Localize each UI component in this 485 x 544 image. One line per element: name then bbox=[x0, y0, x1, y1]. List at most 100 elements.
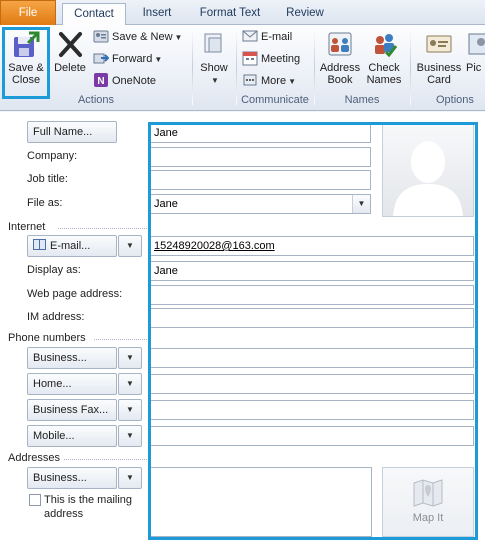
full-name-field[interactable]: Jane bbox=[150, 123, 371, 143]
mobile-phone-dropdown[interactable]: ▼ bbox=[118, 425, 142, 447]
map-icon bbox=[413, 479, 443, 507]
onenote-button[interactable]: N OneNote bbox=[93, 71, 156, 91]
business-phone-button[interactable]: Business... bbox=[27, 347, 117, 369]
chevron-down-icon: ▼ bbox=[126, 241, 134, 250]
company-field[interactable] bbox=[150, 147, 371, 167]
email-type-dropdown[interactable]: ▼ bbox=[118, 235, 142, 257]
tab-review[interactable]: Review bbox=[278, 3, 332, 25]
home-phone-dropdown[interactable]: ▼ bbox=[118, 373, 142, 395]
picture-label: Pic bbox=[466, 62, 482, 74]
tab-file[interactable]: File bbox=[0, 0, 56, 25]
mailing-address-checkbox[interactable] bbox=[29, 494, 41, 506]
group-actions-label: Actions bbox=[77, 94, 115, 106]
email-button-field[interactable]: E-mail... bbox=[27, 235, 117, 257]
mailing-address-label-2: address bbox=[44, 508, 84, 520]
internet-section-heading: Internet bbox=[8, 221, 46, 233]
business-phone-field[interactable] bbox=[150, 348, 474, 368]
map-it-button[interactable]: Map It bbox=[382, 467, 474, 537]
forward-label: Forward bbox=[112, 53, 153, 65]
email-envelope-icon bbox=[242, 30, 258, 42]
display-as-field[interactable]: Jane bbox=[150, 261, 474, 281]
check-names-icon bbox=[375, 34, 398, 58]
meeting-label: Meeting bbox=[261, 53, 301, 65]
mobile-phone-field[interactable] bbox=[150, 426, 474, 446]
meeting-calendar-icon bbox=[242, 51, 258, 66]
picture-button[interactable]: Pic bbox=[466, 27, 485, 74]
job-title-label: Job title: bbox=[27, 173, 68, 185]
delete-button[interactable]: Delete bbox=[52, 27, 88, 74]
business-phone-dropdown[interactable]: ▼ bbox=[118, 347, 142, 369]
group-communicate-label: Communicate bbox=[241, 94, 309, 106]
forward-arrow-icon bbox=[93, 53, 109, 64]
save-new-button[interactable]: Save & New ▼ bbox=[93, 27, 182, 47]
check-names-label-1: Check bbox=[368, 62, 400, 74]
more-label: More bbox=[261, 75, 287, 87]
home-phone-button[interactable]: Home... bbox=[27, 373, 117, 395]
file-as-select[interactable]: Jane ▼ bbox=[150, 194, 371, 214]
tab-insert[interactable]: Insert bbox=[132, 3, 182, 25]
email-field[interactable]: 15248920028@163.com bbox=[150, 236, 474, 256]
chevron-down-icon: ▼ bbox=[211, 76, 219, 85]
business-address-field[interactable] bbox=[150, 467, 372, 537]
address-book-icon bbox=[328, 32, 352, 56]
business-address-dropdown[interactable]: ▼ bbox=[118, 467, 142, 489]
business-card-button[interactable]: Business Card bbox=[414, 27, 464, 86]
meeting-button[interactable]: Meeting bbox=[242, 49, 300, 69]
contact-card-icon bbox=[93, 30, 109, 43]
group-separator bbox=[410, 29, 411, 105]
group-separator bbox=[314, 29, 315, 105]
show-views-icon bbox=[204, 33, 222, 53]
section-divider bbox=[94, 339, 147, 340]
address-book-label-1: Address bbox=[319, 62, 361, 74]
phone-section-heading: Phone numbers bbox=[8, 332, 86, 344]
onenote-icon: N bbox=[94, 73, 108, 87]
chevron-down-icon[interactable]: ▼ bbox=[352, 195, 370, 213]
email-button[interactable]: E-mail bbox=[242, 27, 292, 47]
person-silhouette-icon bbox=[393, 141, 463, 216]
addresses-section-heading: Addresses bbox=[8, 452, 60, 464]
business-address-button[interactable]: Business... bbox=[27, 467, 117, 489]
picture-icon bbox=[468, 33, 485, 55]
email-label: E-mail bbox=[261, 31, 293, 43]
business-fax-field[interactable] bbox=[150, 400, 474, 420]
chevron-down-icon: ▼ bbox=[126, 405, 134, 414]
job-title-field[interactable] bbox=[150, 170, 371, 190]
business-fax-button[interactable]: Business Fax... bbox=[27, 399, 117, 421]
delete-x-icon bbox=[59, 32, 82, 57]
onenote-label: OneNote bbox=[112, 75, 157, 87]
check-names-label-2: Names bbox=[366, 74, 402, 86]
contact-photo[interactable] bbox=[382, 123, 474, 217]
web-page-field[interactable] bbox=[150, 285, 474, 305]
full-name-button[interactable]: Full Name... bbox=[27, 121, 117, 143]
chevron-down-icon: ▼ bbox=[288, 77, 296, 86]
group-names-label: Names bbox=[344, 94, 380, 106]
file-as-value: Jane bbox=[154, 198, 178, 210]
delete-label: Delete bbox=[54, 62, 86, 74]
map-it-label: Map It bbox=[412, 512, 444, 524]
chevron-down-icon: ▼ bbox=[126, 379, 134, 388]
group-options-label: Options bbox=[436, 94, 474, 106]
show-button[interactable]: Show ▼ bbox=[196, 27, 232, 87]
display-as-label: Display as: bbox=[27, 264, 81, 276]
business-fax-dropdown[interactable]: ▼ bbox=[118, 399, 142, 421]
address-book-button[interactable]: Address Book bbox=[317, 27, 363, 86]
tab-format-text[interactable]: Format Text bbox=[190, 3, 270, 25]
address-book-label-2: Book bbox=[327, 74, 353, 86]
email-value[interactable]: 15248920028@163.com bbox=[154, 240, 275, 252]
section-divider bbox=[64, 459, 147, 460]
web-page-label: Web page address: bbox=[27, 288, 123, 300]
home-phone-field[interactable] bbox=[150, 374, 474, 394]
company-label: Company: bbox=[27, 150, 78, 162]
show-label: Show bbox=[200, 62, 228, 74]
business-card-label-1: Business bbox=[416, 62, 462, 74]
check-names-button[interactable]: Check Names bbox=[364, 27, 404, 86]
im-address-label: IM address: bbox=[27, 311, 85, 323]
group-separator bbox=[192, 29, 193, 105]
forward-button[interactable]: Forward ▼ bbox=[93, 49, 162, 69]
mobile-phone-button[interactable]: Mobile... bbox=[27, 425, 117, 447]
save-close-highlight bbox=[2, 27, 50, 99]
ribbon-tab-row: File Contact Insert Format Text Review bbox=[0, 0, 485, 26]
more-button[interactable]: More ▼ bbox=[242, 71, 296, 91]
im-address-field[interactable] bbox=[150, 308, 474, 328]
tab-contact[interactable]: Contact bbox=[62, 3, 126, 26]
